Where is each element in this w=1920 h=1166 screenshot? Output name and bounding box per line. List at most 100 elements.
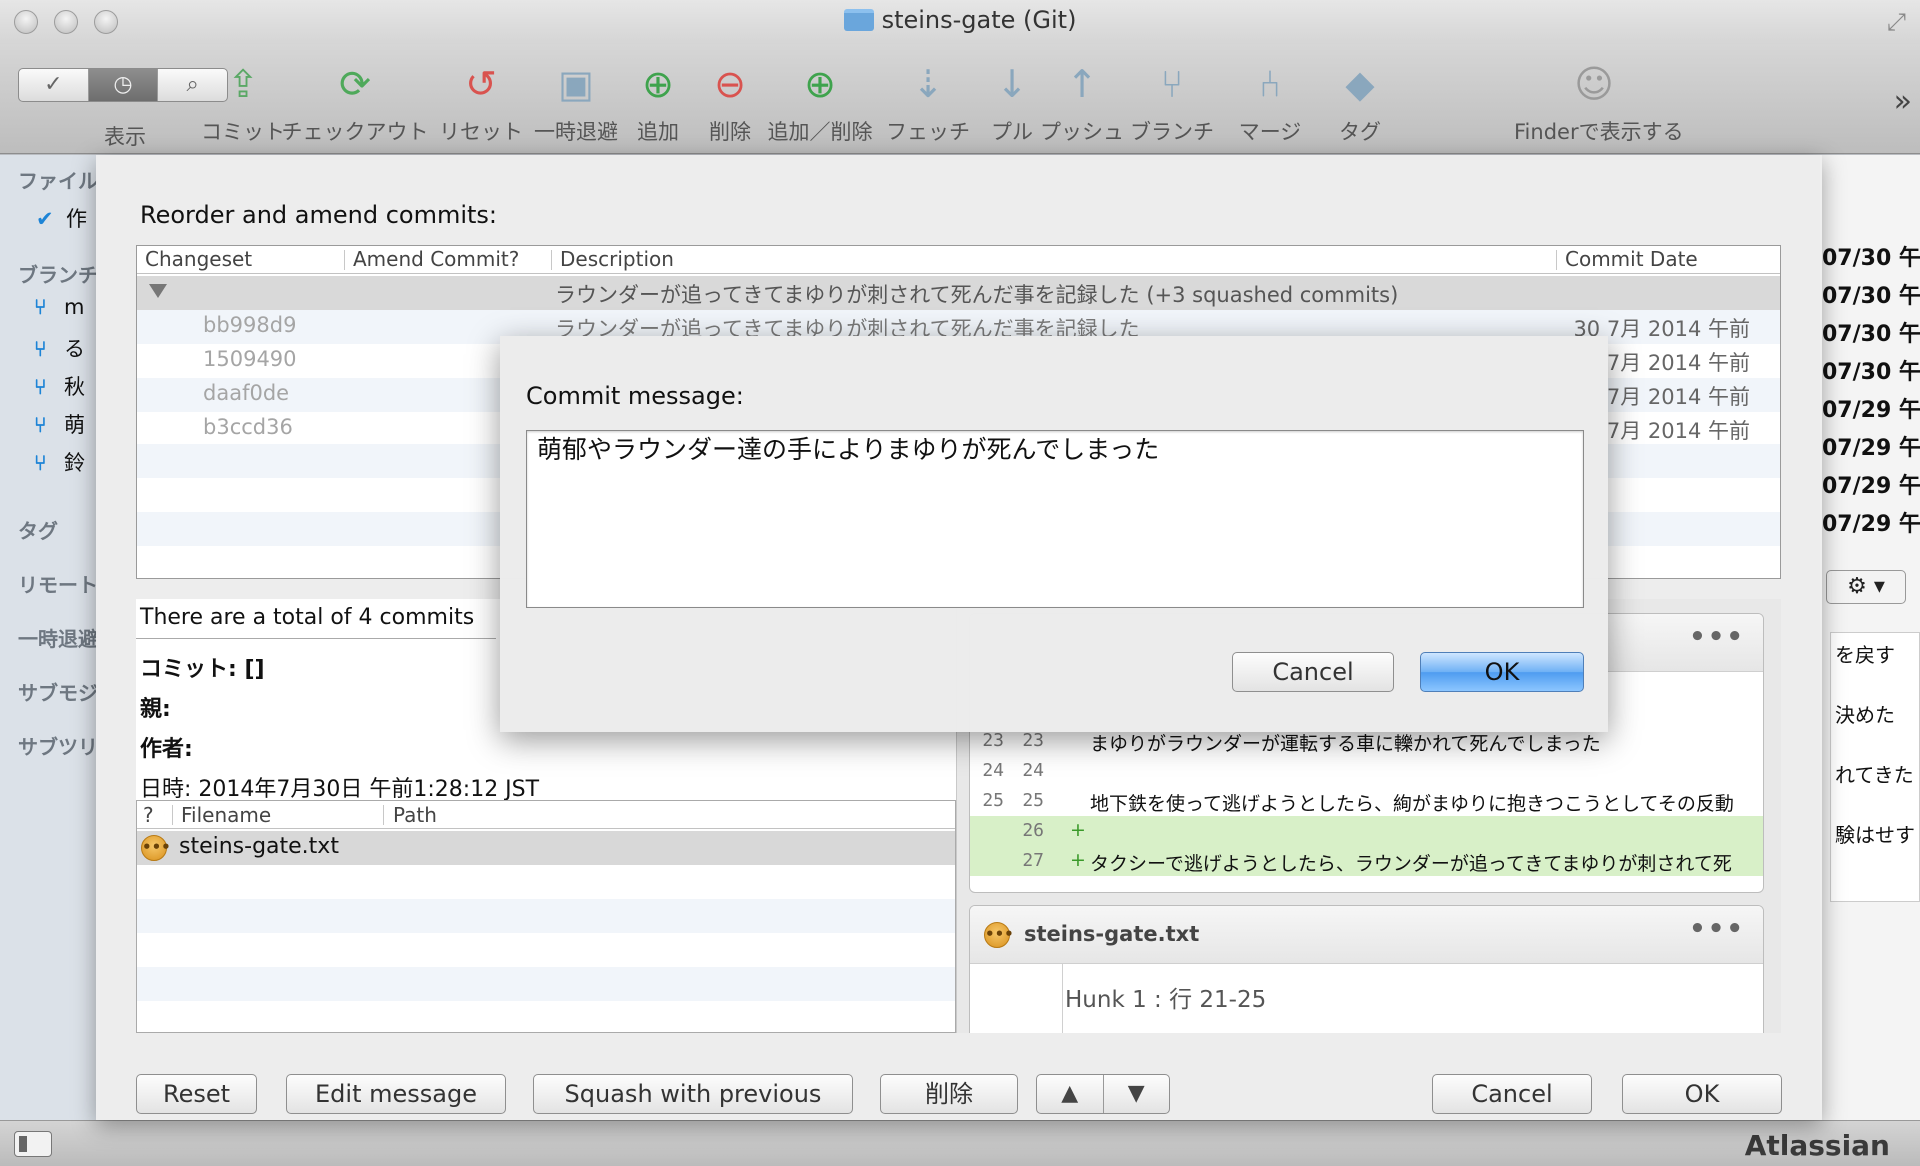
column-header-filename[interactable]: Filename (181, 803, 271, 827)
sidebar-header-tags[interactable]: タグ (18, 515, 58, 544)
toolbar-button-tag[interactable]: ◆ タグ (1280, 62, 1440, 152)
column-header-status[interactable]: ? (143, 803, 154, 827)
fullscreen-icon[interactable]: ⤢ (1887, 8, 1906, 36)
date-label: 日時: 2014年7月30日 午前1:28:12 JST (140, 777, 540, 802)
folder-icon (843, 9, 874, 31)
sidebar-item-branch[interactable]: ⑂ 秋 (34, 371, 85, 401)
commit-hash-label: コミット: [] (140, 657, 265, 682)
gear-icon[interactable]: ⚙ ▾ (1826, 570, 1906, 604)
empty-row (137, 967, 955, 1001)
sheet-ok-button[interactable]: OK (1622, 1074, 1782, 1114)
sidebar-header-branches[interactable]: ブランチ (18, 259, 98, 288)
background-diff-line: れてきた (1835, 763, 1914, 787)
dialog-ok-button[interactable]: OK (1420, 652, 1584, 692)
commits-table-header: Changeset Amend Commit? Description Comm… (137, 246, 1780, 274)
modified-status-icon: ••• (984, 922, 1014, 948)
diff-line: 27 + タクシーで逃げようとしたら、ラウンダーが追ってきてまゆりが刺されて死 (970, 846, 1763, 876)
sidebar-item-working-copy[interactable]: ✔ 作 (36, 203, 87, 233)
diff-card-header: ••• steins-gate.txt ••• (970, 906, 1763, 964)
toolbar-button-finder[interactable]: ☺ Finderで表示する (1514, 62, 1684, 152)
move-up-icon[interactable]: ▲ (1037, 1075, 1104, 1113)
checkout-icon: ⟳ (339, 62, 371, 106)
diff-line: 26 + (970, 816, 1763, 846)
background-diff-line: 決めた (1835, 703, 1895, 727)
check-circle-icon: ✔ (36, 207, 54, 231)
toolbar-label: タグ (1339, 120, 1381, 144)
column-header-amend[interactable]: Amend Commit? (353, 247, 519, 271)
branch-icon: ⑂ (1160, 62, 1184, 106)
sidebar-item-branch[interactable]: ⑂ る (34, 333, 85, 363)
more-options-icon[interactable]: ••• (1689, 914, 1745, 944)
sidebar-item-branch[interactable]: ⑂ m (34, 295, 84, 319)
sidebar-header-stashes[interactable]: 一時退避 (18, 623, 98, 652)
commit-date: 7月 2014 午前 (1606, 419, 1750, 443)
commit-message-label: Commit message: (526, 382, 744, 410)
sidebar-header-submodules[interactable]: サブモジ (18, 677, 98, 706)
commit-group-row[interactable]: ラウンダーが追ってきてまゆりが刺されて死んだ事を記録した (+3 squashe… (137, 276, 1780, 310)
reset-button[interactable]: Reset (136, 1074, 257, 1114)
background-diff-line: を戻す (1835, 643, 1895, 667)
added-line-marker: + (1070, 849, 1086, 871)
background-date: 07/29 午 (1822, 512, 1920, 537)
more-options-icon[interactable]: ••• (1689, 622, 1745, 652)
branch-icon: ⑂ (34, 451, 47, 475)
move-down-icon[interactable]: ▼ (1104, 1075, 1170, 1113)
commit-hash: b3ccd36 (203, 415, 293, 439)
sidebar-header-files[interactable]: ファイル (18, 165, 98, 194)
sidebar-item-branch[interactable]: ⑂ 萌 (34, 409, 85, 439)
group-description: ラウンダーが追ってきてまゆりが刺されて死んだ事を記録した (+3 squashe… (555, 283, 1399, 307)
added-line-marker: + (1070, 819, 1086, 841)
atlassian-logo: Atlassian (1744, 1129, 1890, 1162)
files-table: ? Filename Path ••• steins-gate.txt (136, 800, 956, 1033)
finder-icon: ☺ (1574, 62, 1614, 106)
column-header-commit-date[interactable]: Commit Date (1565, 247, 1698, 271)
tag-icon: ◆ (1345, 62, 1375, 106)
toolbar-overflow-icon[interactable]: » (1894, 84, 1912, 119)
column-header-path[interactable]: Path (393, 803, 437, 827)
log-view-icon[interactable]: ◷ (88, 69, 159, 101)
edit-message-button[interactable]: Edit message (286, 1074, 506, 1114)
commit-message-input[interactable]: 萌郁やラウンダー達の手によりまゆりが死んでしまった (526, 430, 1584, 608)
commit-date: 7月 2014 午前 (1606, 385, 1750, 409)
author-label: 作者: (140, 737, 193, 762)
commit-hash: bb998d9 (203, 313, 297, 337)
sidebar-item-branch[interactable]: ⑂ 鈴 (34, 447, 85, 477)
sheet-cancel-button[interactable]: Cancel (1432, 1074, 1592, 1114)
view-label: 表示 (104, 125, 146, 149)
background-diff-line: 験はせす (1835, 823, 1915, 847)
diff-file-name: steins-gate.txt (1024, 922, 1200, 946)
files-table-header: ? Filename Path (137, 801, 955, 829)
file-status-view-icon[interactable]: ✓ (19, 69, 89, 101)
commit-hash: 1509490 (203, 347, 297, 371)
disclosure-triangle-icon[interactable] (149, 284, 167, 298)
commit-icon: ⇪ (227, 62, 259, 106)
commit-count-line[interactable]: There are a total of 4 commits (136, 599, 496, 639)
title-bar: steins-gate (Git) ⤢ (0, 0, 1920, 44)
squash-with-previous-button[interactable]: Squash with previous (533, 1074, 853, 1114)
column-header-changeset[interactable]: Changeset (145, 247, 252, 271)
modified-status-icon: ••• (141, 835, 171, 861)
diff-card-file: ••• steins-gate.txt ••• Hunk 1 : 行 21-25 (969, 905, 1764, 1033)
commit-date: 7月 2014 午前 (1606, 351, 1750, 375)
window-title: steins-gate (Git) (881, 6, 1077, 34)
move-commit-stepper[interactable]: ▲ ▼ (1036, 1074, 1170, 1114)
commit-hash: daaf0de (203, 381, 290, 405)
sidebar-toggle-icon[interactable] (14, 1131, 52, 1157)
background-date: 07/29 午 (1822, 474, 1920, 499)
delete-button[interactable]: 削除 (880, 1074, 1018, 1114)
background-date: 07/29 午 (1822, 436, 1920, 461)
sidebar-header-subtrees[interactable]: サブツリ (18, 731, 98, 760)
dialog-cancel-button[interactable]: Cancel (1232, 652, 1394, 692)
file-row[interactable]: ••• steins-gate.txt (137, 831, 955, 865)
commit-message-dialog: Commit message: 萌郁やラウンダー達の手によりまゆりが死んでしまっ… (500, 336, 1608, 732)
branch-icon: ⑂ (34, 337, 47, 361)
diff-line: 24 24 (982, 760, 1044, 781)
add-remove-icon: ⊕ (804, 62, 836, 106)
diff-line: 25 25 地下鉄を使って逃げようとしたら、絢がまゆりに抱きつこうとしてその反動 (982, 790, 1734, 815)
branch-icon: ⑂ (34, 375, 47, 399)
hunk-header: Hunk 1 : 行 21-25 (1065, 987, 1267, 1013)
column-header-description[interactable]: Description (560, 247, 674, 271)
background-date: 07/30 午 (1822, 246, 1920, 271)
sheet-title: Reorder and amend commits: (140, 201, 497, 229)
sidebar-header-remotes[interactable]: リモート (18, 569, 98, 598)
